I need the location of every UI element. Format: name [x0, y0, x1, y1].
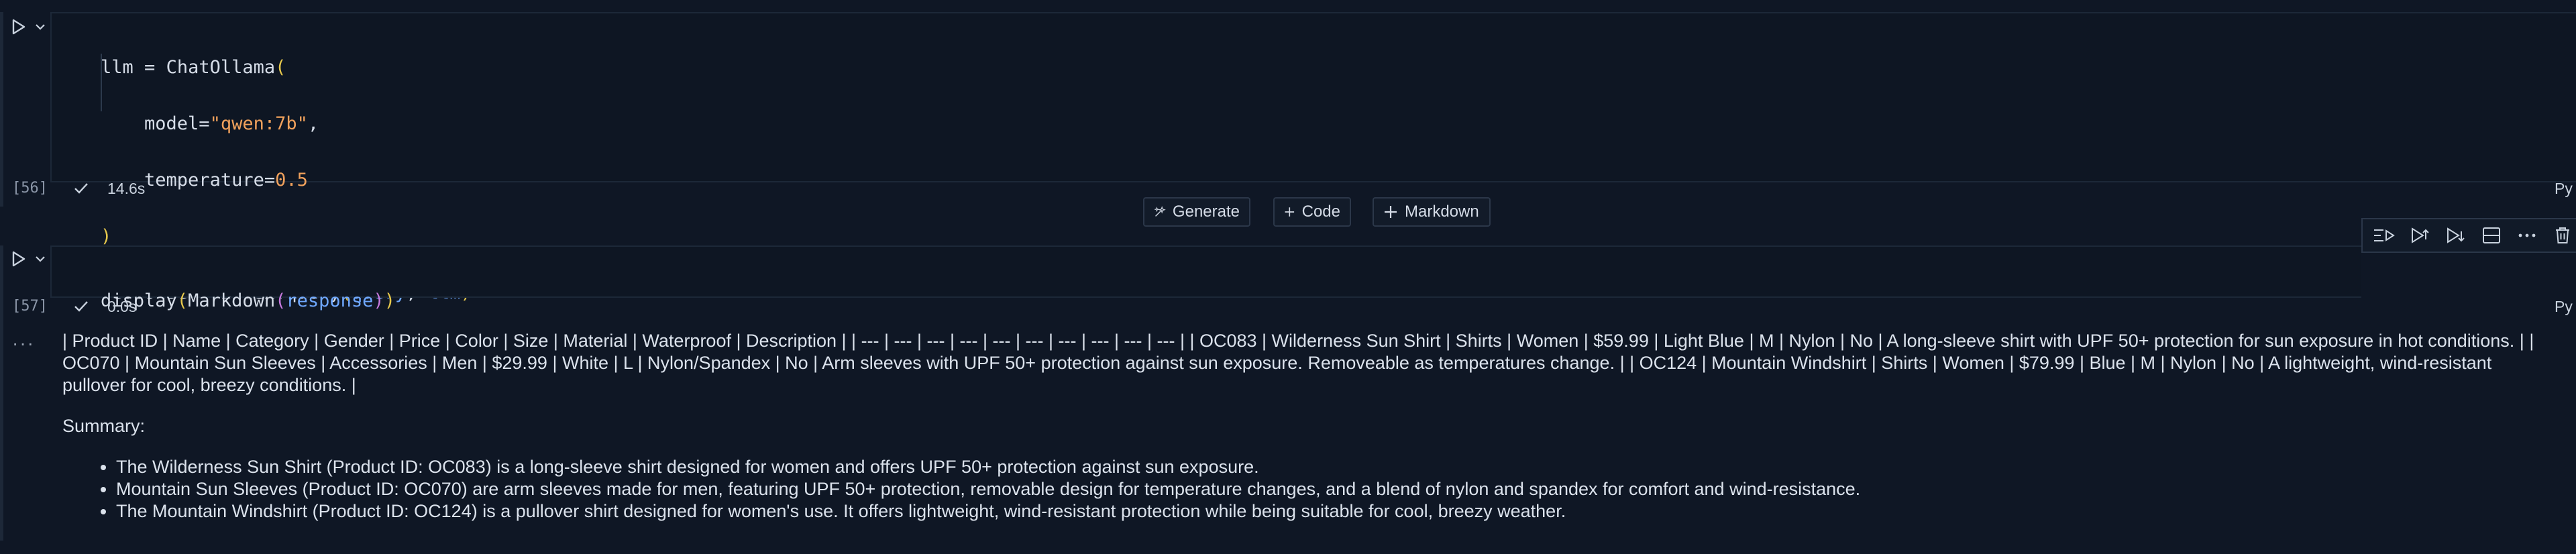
summary-heading: Summary:: [62, 416, 146, 436]
execution-duration: 14.6s: [107, 180, 146, 197]
markdown-output: | Product ID | Name | Category | Gender …: [62, 330, 2558, 522]
delete-cell-button[interactable]: [2550, 222, 2576, 249]
cell-toolbar: [2361, 218, 2576, 253]
check-icon: [74, 183, 88, 194]
generate-label: Generate: [1172, 203, 1240, 221]
check-icon: [74, 301, 88, 312]
plus-icon: [1385, 206, 1397, 218]
run-options-chevron[interactable]: [34, 20, 47, 34]
list-item: The Mountain Windshirt (Product ID: OC12…: [116, 500, 2558, 522]
split-cell-icon: [2482, 227, 2500, 243]
chevron-down-icon: [36, 256, 45, 262]
run-above-icon: [2373, 229, 2395, 241]
split-cell-button[interactable]: [2478, 222, 2504, 249]
run-above-button[interactable]: [2371, 222, 2397, 249]
code-line: display(Markdown(response)): [101, 290, 395, 311]
code-line: llm = ChatOllama(: [101, 57, 286, 78]
kernel-language-label[interactable]: Py: [2555, 298, 2576, 316]
output-table-text: | Product ID | Name | Category | Gender …: [62, 331, 2534, 395]
execution-count: [57]: [12, 298, 48, 315]
chevron-down-icon: [36, 24, 45, 30]
execution-count: [56]: [12, 180, 48, 197]
list-item: The Wilderness Sun Shirt (Product ID: OC…: [116, 456, 2558, 478]
cell-focus-bar: [0, 12, 3, 207]
output-actions-ellipsis[interactable]: ···: [12, 333, 35, 354]
run-cell-button[interactable]: [9, 17, 28, 36]
trash-icon: [2556, 227, 2570, 243]
run-cell-and-above-button[interactable]: [2406, 222, 2432, 249]
play-icon: [12, 251, 25, 267]
execution-duration: 0.0s: [107, 298, 137, 315]
code-label: Code: [1301, 203, 1340, 221]
run-options-chevron[interactable]: [34, 252, 47, 266]
list-item: Mountain Sun Sleeves (Product ID: OC070)…: [116, 478, 2558, 500]
run-cell-and-below-button[interactable]: [2443, 222, 2469, 249]
code-line: model="qwen:7b",: [144, 113, 319, 134]
code-editor[interactable]: [50, 245, 2361, 298]
add-markdown-button[interactable]: Markdown: [1373, 197, 1491, 227]
kernel-language-label[interactable]: Py: [2555, 180, 2576, 198]
markdown-label: Markdown: [1405, 203, 1479, 221]
plus-icon: [1285, 207, 1295, 217]
more-actions-button[interactable]: [2514, 222, 2540, 249]
add-code-button[interactable]: Code: [1273, 197, 1351, 227]
sparkle-icon: [1154, 206, 1166, 217]
execute-below-icon: [2447, 227, 2465, 243]
code-line: temperature=0.5: [144, 170, 308, 190]
summary-list: The Wilderness Sun Shirt (Product ID: OC…: [62, 456, 2558, 522]
generate-button[interactable]: Generate: [1143, 197, 1250, 227]
play-icon: [12, 19, 25, 35]
run-cell-button[interactable]: [9, 250, 28, 268]
ellipsis-icon: [2518, 233, 2536, 237]
cell-focus-bar: [0, 245, 3, 541]
execute-above-icon: [2411, 227, 2429, 243]
